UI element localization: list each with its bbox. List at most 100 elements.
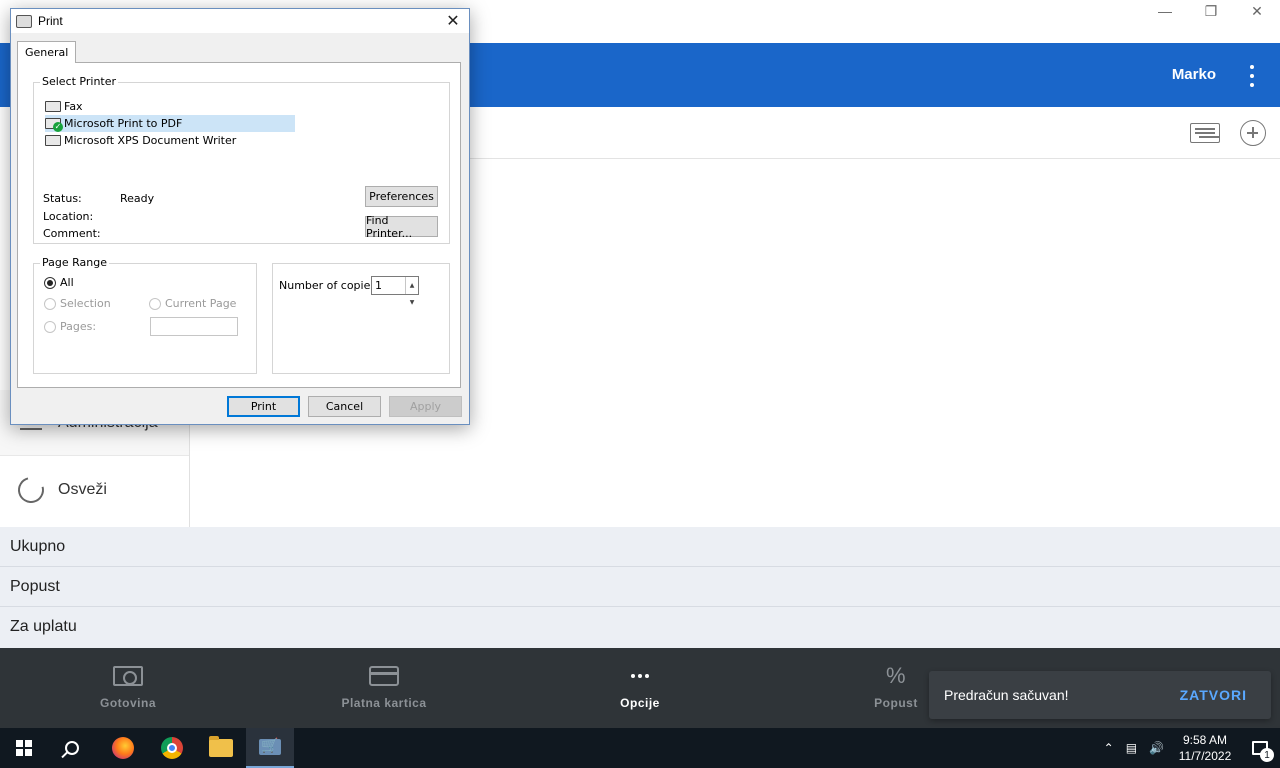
user-name[interactable]: Marko	[1172, 66, 1216, 83]
options-label: Opcije	[620, 696, 660, 710]
printer-name: Microsoft XPS Document Writer	[64, 134, 237, 147]
select-printer-group: Select Printer Fax Microsoft Print to PD…	[33, 75, 450, 244]
more-horizontal-icon	[625, 666, 655, 686]
printer-item-xps[interactable]: Microsoft XPS Document Writer	[45, 132, 295, 149]
range-current-page-radio[interactable]: Current Page	[149, 297, 236, 310]
clock-date: 11/7/2022	[1178, 749, 1232, 763]
notification-badge: 1	[1260, 748, 1274, 762]
general-tab-panel: Select Printer Fax Microsoft Print to PD…	[17, 62, 461, 388]
keyboard-icon[interactable]	[1190, 123, 1220, 143]
clock-time: 9:58 AM	[1182, 733, 1228, 747]
percent-icon: %	[885, 663, 907, 688]
total-row-za-uplatu: Za uplatu	[10, 618, 77, 635]
radio-label: All	[60, 276, 74, 289]
spin-up-icon[interactable]: ▲	[410, 277, 415, 294]
apply-button[interactable]: Apply	[389, 396, 462, 417]
cash-label: Gotovina	[99, 696, 156, 710]
snackbar-close-button[interactable]: ZATVORI	[1180, 687, 1247, 703]
totals-panel: Ukupno Popust Za uplatu	[0, 527, 1280, 648]
taskbar-file-explorer[interactable]	[197, 728, 245, 768]
print-button[interactable]: Print	[227, 396, 300, 417]
range-selection-radio[interactable]: Selection	[44, 297, 111, 310]
shopping-cart-icon	[259, 737, 281, 755]
windows-taskbar: ⌃ ▤ 🔊 9:58 AM 11/7/2022 1	[0, 728, 1280, 768]
refresh-icon	[13, 472, 49, 508]
find-printer-button[interactable]: Find Printer...	[365, 214, 438, 240]
chrome-icon	[161, 737, 183, 759]
radio-label: Pages:	[60, 320, 97, 333]
copies-value: 1	[375, 279, 382, 292]
close-window-icon[interactable]: ✕	[1234, 0, 1280, 22]
discount-label: Popust	[874, 696, 918, 710]
radio-label: Selection	[60, 297, 111, 310]
add-circle-icon[interactable]	[1240, 120, 1266, 146]
cash-icon	[113, 666, 143, 686]
total-row-popust: Popust	[0, 567, 1280, 607]
printer-list: Fax Microsoft Print to PDF Microsoft XPS…	[45, 98, 295, 149]
radio-icon	[149, 297, 161, 310]
page-range-title: Page Range	[40, 256, 109, 269]
printer-name: Microsoft Print to PDF	[64, 117, 183, 130]
cancel-button[interactable]: Cancel	[308, 396, 381, 417]
dialog-titlebar: Print ✕	[11, 9, 469, 33]
taskbar-pos-app[interactable]	[246, 728, 294, 768]
preferences-button[interactable]: Preferences	[365, 186, 438, 207]
firefox-icon	[112, 737, 134, 759]
window-controls: — ❐ ✕	[1142, 0, 1280, 22]
network-icon[interactable]: ▤	[1126, 741, 1137, 755]
snackbar: Predračun sačuvan! ZATVORI	[929, 671, 1271, 719]
range-pages-radio[interactable]: Pages:	[44, 320, 96, 333]
card-button[interactable]: Platna kartica	[304, 648, 464, 728]
radio-label: Current Page	[165, 297, 237, 310]
print-dialog: Print ✕ General Select Printer Fax Micro…	[10, 8, 470, 425]
more-menu-icon[interactable]	[1246, 65, 1258, 87]
snackbar-message: Predračun sačuvan!	[944, 687, 1069, 703]
total-row-ukupno: Ukupno	[0, 527, 1280, 567]
copies-label: Number of copies:	[279, 279, 380, 292]
printer-name: Fax	[64, 100, 83, 113]
chevron-up-icon[interactable]: ⌃	[1104, 741, 1114, 755]
status-label: Status:	[43, 192, 82, 205]
start-button[interactable]	[0, 728, 48, 768]
radio-icon	[44, 297, 56, 310]
taskbar-firefox[interactable]	[99, 728, 147, 768]
spin-buttons[interactable]: ▲ ▼	[405, 277, 418, 306]
printer-icon	[45, 135, 61, 146]
search-icon	[65, 741, 79, 755]
sidebar-item-refresh[interactable]: Osveži	[0, 457, 189, 523]
tab-general[interactable]: General	[17, 41, 77, 63]
location-label: Location:	[43, 210, 94, 223]
volume-icon[interactable]: 🔊	[1149, 741, 1164, 755]
spin-down-icon[interactable]: ▼	[410, 294, 415, 311]
credit-card-icon	[369, 666, 399, 686]
system-tray: ⌃ ▤ 🔊 9:58 AM 11/7/2022 1	[1098, 728, 1280, 768]
system-clock[interactable]: 9:58 AM 11/7/2022	[1170, 732, 1240, 764]
printer-icon	[16, 14, 32, 28]
folder-icon	[209, 736, 233, 757]
action-center-button[interactable]: 1	[1240, 728, 1280, 768]
printer-icon	[45, 101, 61, 112]
radio-selected-icon	[44, 276, 56, 289]
dialog-close-icon[interactable]: ✕	[443, 11, 463, 31]
cash-button[interactable]: Gotovina	[48, 648, 208, 728]
taskbar-search-button[interactable]	[48, 728, 96, 768]
copies-stepper[interactable]: 1 ▲ ▼	[371, 276, 419, 306]
page-range-group: Page Range All Selection Current Page Pa…	[33, 256, 257, 374]
default-printer-icon	[45, 118, 63, 132]
restore-icon[interactable]: ❐	[1188, 0, 1234, 22]
dialog-title: Print	[38, 14, 63, 28]
range-all-radio[interactable]: All	[44, 276, 74, 289]
select-printer-title: Select Printer	[40, 75, 119, 88]
comment-label: Comment:	[43, 227, 101, 240]
printer-item-pdf[interactable]: Microsoft Print to PDF	[45, 115, 295, 132]
printer-item-fax[interactable]: Fax	[45, 98, 295, 115]
pages-input[interactable]	[150, 317, 238, 336]
options-button[interactable]: Opcije	[560, 648, 720, 728]
taskbar-chrome[interactable]	[148, 728, 196, 768]
windows-logo-icon	[16, 740, 32, 756]
sidebar-item-label: Osveži	[58, 481, 107, 498]
minimize-icon[interactable]: —	[1142, 0, 1188, 22]
copies-group: Number of copies: 1 ▲ ▼	[272, 263, 450, 374]
card-label: Platna kartica	[341, 696, 427, 710]
status-value: Ready	[120, 192, 155, 205]
